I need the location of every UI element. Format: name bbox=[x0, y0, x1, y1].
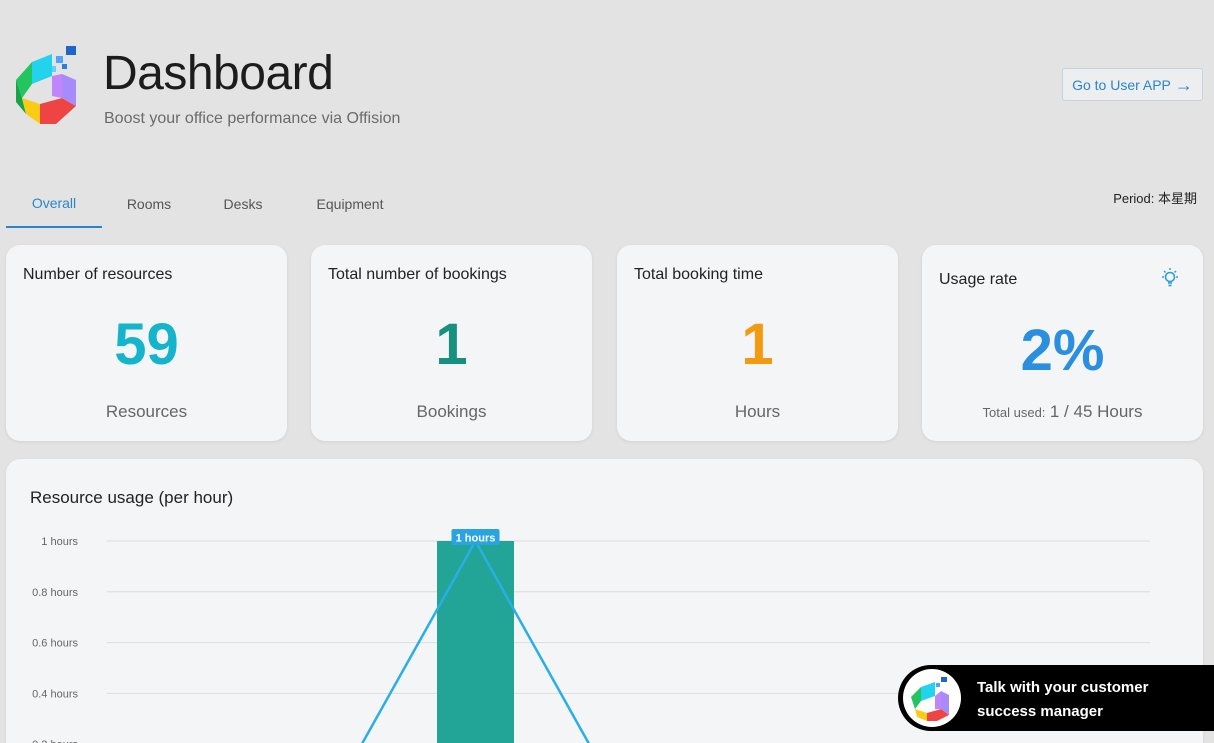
page-title: Dashboard bbox=[103, 47, 334, 100]
booking-time-card: Total booking time 1 Hours bbox=[617, 245, 898, 441]
cta-line-2: success manager bbox=[977, 703, 1103, 720]
customer-success-cta[interactable]: Talk with your customer success manager bbox=[898, 665, 1214, 731]
cta-text: Talk with your customer success manager bbox=[977, 676, 1177, 724]
go-to-user-app-label: Go to User APP bbox=[1072, 76, 1171, 93]
bookings-unit: Bookings bbox=[416, 402, 487, 421]
go-to-user-app-button[interactable]: Go to User APP → bbox=[1062, 68, 1203, 101]
usage-total-value: 1 / 45 Hours bbox=[1049, 402, 1143, 421]
card-title: Total number of bookings bbox=[328, 266, 507, 283]
y-tick-label: 1 hours bbox=[41, 536, 78, 548]
resources-card: Number of resources 59 Resources bbox=[6, 245, 287, 441]
y-tick-label: 0.2 hours bbox=[32, 739, 78, 743]
bookings-value: 1 bbox=[435, 312, 468, 377]
card-title: Number of resources bbox=[23, 266, 173, 283]
period-selector[interactable]: Period: 本星期 bbox=[1113, 188, 1197, 207]
usage-rate-value: 2% bbox=[1020, 318, 1105, 383]
tab-overall[interactable]: Overall bbox=[6, 180, 102, 228]
arrow-right-icon: → bbox=[1174, 74, 1193, 95]
usage-rate-card: Usage rate 2% Total used: 1 / 45 Hours bbox=[922, 245, 1203, 441]
tab-rooms[interactable]: Rooms bbox=[102, 180, 196, 228]
resources-value: 59 bbox=[114, 312, 179, 377]
bookings-card: Total number of bookings 1 Bookings bbox=[311, 245, 592, 441]
cta-line-1: Talk with your customer bbox=[977, 679, 1149, 696]
card-title: Usage rate bbox=[939, 271, 1018, 288]
y-tick-label: 0.8 hours bbox=[32, 587, 78, 599]
offision-logo-icon bbox=[911, 677, 949, 721]
tab-equipment[interactable]: Equipment bbox=[290, 180, 410, 228]
y-tick-label: 0.4 hours bbox=[32, 688, 78, 700]
booking-time-unit: Hours bbox=[734, 402, 781, 421]
data-label: 1 hours bbox=[456, 533, 496, 545]
cta-avatar bbox=[903, 669, 961, 727]
tab-bar: Overall Rooms Desks Equipment bbox=[6, 180, 410, 230]
usage-total-label: Total used: bbox=[982, 405, 1046, 420]
y-tick-label: 0.6 hours bbox=[32, 638, 78, 650]
bar bbox=[437, 541, 514, 743]
header: Dashboard Boost your office performance … bbox=[0, 0, 1214, 160]
offision-logo bbox=[16, 46, 76, 124]
page-subtitle: Boost your office performance via Offisi… bbox=[104, 110, 401, 127]
tab-desks[interactable]: Desks bbox=[196, 180, 290, 228]
card-title: Total booking time bbox=[634, 266, 763, 283]
lightbulb-icon[interactable] bbox=[1159, 267, 1181, 289]
usage-total: Total used: 1 / 45 Hours bbox=[922, 402, 1203, 422]
booking-time-value: 1 bbox=[741, 312, 774, 377]
resources-unit: Resources bbox=[105, 402, 188, 421]
